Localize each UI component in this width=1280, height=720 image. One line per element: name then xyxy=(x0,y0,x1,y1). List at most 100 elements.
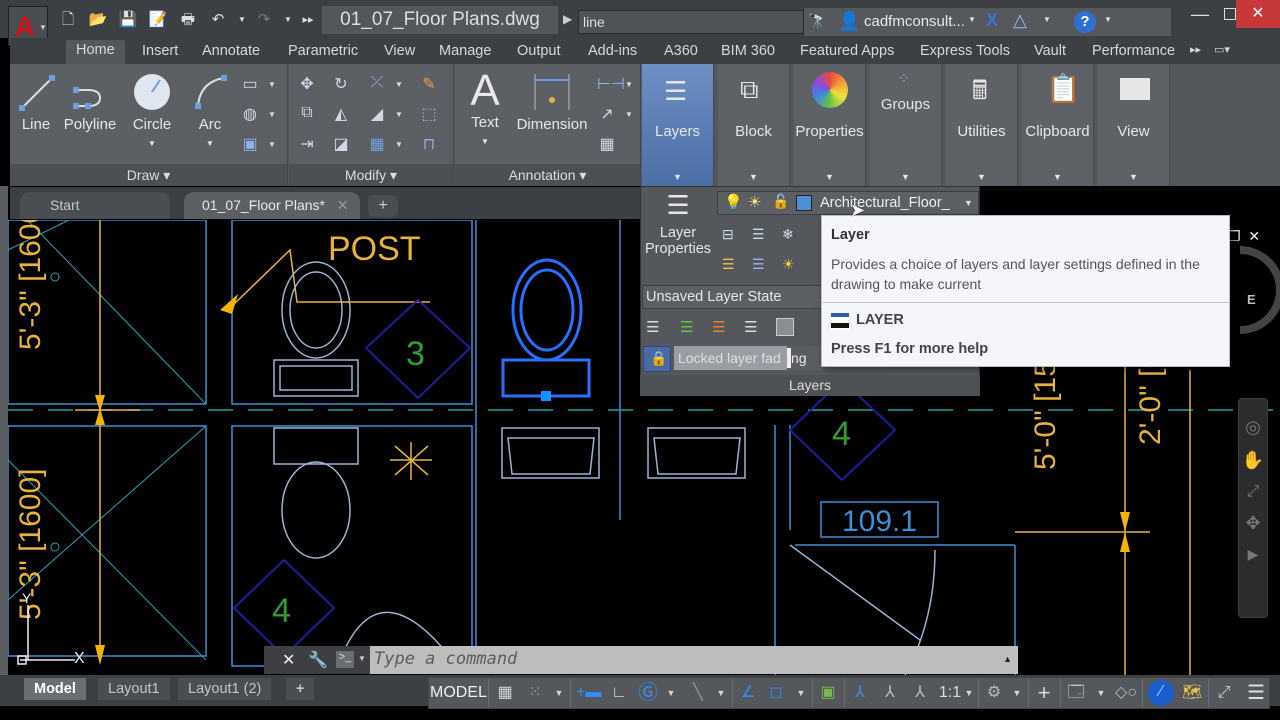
user-dropdown-icon[interactable]: ▼ xyxy=(968,15,976,24)
annotation-scale-value[interactable]: 1:1 xyxy=(938,681,962,705)
table-icon[interactable]: ▦ xyxy=(597,134,617,154)
tab-add-ins[interactable]: Add-ins xyxy=(588,43,637,59)
rotate-icon[interactable]: ↻ xyxy=(331,74,351,94)
search-expand-icon[interactable]: ▶ xyxy=(563,12,572,26)
save-as-icon[interactable]: 📝 xyxy=(148,11,168,29)
search-input[interactable]: line xyxy=(578,10,804,34)
boundary-dropdown-icon[interactable]: ▼ xyxy=(268,140,276,149)
layer-on-icon[interactable]: ☰ xyxy=(722,256,735,273)
move-icon[interactable]: ✥ xyxy=(297,74,317,94)
layer-merge-icon[interactable]: ☰ xyxy=(712,318,725,336)
layer-isolate-icon[interactable]: ⊟ xyxy=(722,226,734,243)
locked-layer-fading-toggle[interactable]: 🔒 xyxy=(643,346,671,372)
tab-featured-apps[interactable]: Featured Apps xyxy=(800,43,894,59)
array-icon[interactable]: ▦ xyxy=(367,134,387,154)
tab-insert[interactable]: Insert xyxy=(142,43,178,59)
annotation-panel-label[interactable]: Annotation ▾ xyxy=(455,164,640,186)
layout-tab-layout1-2[interactable]: Layout1 (2) xyxy=(178,678,272,700)
viewport-controls[interactable]: ❐ ✕ xyxy=(1228,228,1260,245)
more-icon[interactable]: ▸▸ xyxy=(298,11,318,29)
showmotion-icon[interactable]: ▶ xyxy=(1239,546,1267,563)
rectangle-dropdown-icon[interactable]: ▼ xyxy=(268,80,276,89)
hatch-dropdown-icon[interactable]: ▼ xyxy=(268,110,276,119)
doc-tab-floor-plans[interactable]: 01_07_Floor Plans* ✕ xyxy=(184,192,360,219)
lock-ui-icon[interactable]: 🗔 xyxy=(1064,681,1088,705)
block-panel-button[interactable]: ⧉ Block ▼ xyxy=(718,64,790,186)
layer-thaw-icon[interactable]: ☀ xyxy=(782,256,795,273)
snap-icon[interactable]: ⁙ xyxy=(524,681,546,705)
user-icon[interactable]: 👤 xyxy=(838,11,860,32)
ribbon-minimize-icon[interactable]: ▭▾ xyxy=(1214,43,1230,56)
redo-icon[interactable]: ↷ xyxy=(254,11,274,29)
text-button[interactable]: A Text ▼ xyxy=(463,68,507,148)
layer-match-icon[interactable]: ☰ xyxy=(752,226,765,243)
pan-icon[interactable]: ✋ xyxy=(1239,450,1267,471)
tab-performance[interactable]: Performance xyxy=(1092,43,1175,59)
annotation-monitor-icon[interactable]: + xyxy=(1032,681,1056,705)
layer-lock-fade-icon[interactable] xyxy=(776,318,794,336)
command-history-icon[interactable]: ▲ xyxy=(1003,654,1012,664)
new-layout-button[interactable]: + xyxy=(286,678,315,700)
help-dropdown-icon[interactable]: ▼ xyxy=(1104,15,1112,24)
isometric-dropdown-icon[interactable]: ▼ xyxy=(714,681,728,705)
fillet-icon[interactable]: ◢ xyxy=(367,104,387,124)
ortho-icon[interactable]: ∟ xyxy=(608,681,630,705)
more-tabs-icon[interactable]: ▸▸ xyxy=(1190,43,1201,56)
new-icon[interactable]: 🗋 xyxy=(58,11,78,29)
linear-dimension-dropdown-icon[interactable]: ▼ xyxy=(625,80,633,89)
leader-dropdown-icon[interactable]: ▼ xyxy=(625,110,633,119)
polar-dropdown-icon[interactable]: ▼ xyxy=(664,681,678,705)
tab-home[interactable]: Home xyxy=(66,40,125,64)
exchange-apps-icon[interactable]: X xyxy=(986,10,998,31)
layout-tab-model[interactable]: Model xyxy=(24,678,86,700)
utilities-panel-button[interactable]: 🖩 Utilities ▼ xyxy=(946,64,1018,186)
doc-tab-start[interactable]: Start xyxy=(20,192,170,219)
recent-commands-icon[interactable]: >_ xyxy=(336,651,354,668)
new-tab-button[interactable]: + xyxy=(368,195,398,217)
command-line[interactable]: ✕ 🔧 >_ ▼ Type a command ▲ xyxy=(264,646,1018,674)
viewcube-east-label[interactable]: E xyxy=(1247,292,1256,307)
undo-icon[interactable]: ↶ xyxy=(208,11,228,29)
boundary-icon[interactable]: ▣ xyxy=(240,134,260,154)
infer-constraints-icon[interactable]: +▬ xyxy=(576,681,601,705)
command-line-grip[interactable] xyxy=(264,646,278,674)
layer-walk-icon[interactable]: ☰ xyxy=(744,318,757,336)
command-input[interactable]: Type a command xyxy=(374,649,517,669)
tab-output[interactable]: Output xyxy=(517,43,561,59)
trim-dropdown-icon[interactable]: ▼ xyxy=(395,80,403,89)
leader-icon[interactable]: ↗ xyxy=(597,104,617,124)
a360-dropdown-icon[interactable]: ▼ xyxy=(1043,15,1051,24)
close-button[interactable]: ✕ xyxy=(1236,0,1280,28)
polar-tracking-icon[interactable]: Ⓖ xyxy=(636,681,660,705)
groups-panel-button[interactable]: ⁘ Groups ▼ xyxy=(870,64,942,186)
properties-panel-button[interactable]: Properties ▼ xyxy=(794,64,866,186)
draw-panel-label[interactable]: Draw ▾ xyxy=(10,164,287,186)
open-icon[interactable]: 📂 xyxy=(88,11,108,29)
sun-icon[interactable]: ☀ xyxy=(748,193,761,211)
layer-properties-button[interactable]: ☰ Layer Properties xyxy=(642,190,714,278)
layer-make-current-icon[interactable]: ☰ xyxy=(680,318,693,336)
circle-button[interactable]: Circle ▼ xyxy=(128,72,176,150)
linear-dimension-icon[interactable]: ⊢⊣ xyxy=(597,74,625,94)
line-button[interactable]: Line xyxy=(16,72,56,133)
save-icon[interactable]: 💾 xyxy=(118,11,138,29)
model-space-toggle[interactable]: MODEL xyxy=(430,681,487,705)
hardware-acceleration-icon[interactable]: ⁄ xyxy=(1148,680,1174,706)
tab-bim360[interactable]: BIM 360 xyxy=(721,43,775,59)
tab-vault[interactable]: Vault xyxy=(1034,43,1066,59)
trim-icon[interactable]: ⤫ xyxy=(367,74,387,94)
plot-icon[interactable]: 🖶 xyxy=(178,11,198,29)
tab-annotate[interactable]: Annotate xyxy=(202,43,260,59)
modify-panel-label[interactable]: Modify ▾ xyxy=(289,164,453,186)
auto-scale-icon[interactable]: ⅄ xyxy=(878,681,902,705)
scale-icon[interactable]: ◪ xyxy=(331,134,351,154)
circle-dropdown-icon[interactable]: ▼ xyxy=(148,139,156,148)
layer-freeze-icon[interactable]: ❄ xyxy=(782,226,794,243)
close-tab-icon[interactable]: ✕ xyxy=(337,197,349,213)
lightbulb-icon[interactable]: 💡 xyxy=(724,193,743,211)
layer-dropdown-icon[interactable]: ▼ xyxy=(964,198,973,208)
transparency-icon[interactable]: ▣ xyxy=(816,681,840,705)
snap-dropdown-icon[interactable]: ▼ xyxy=(552,681,566,705)
arc-dropdown-icon[interactable]: ▼ xyxy=(206,139,214,148)
orbit-icon[interactable]: ✥ xyxy=(1239,513,1267,534)
